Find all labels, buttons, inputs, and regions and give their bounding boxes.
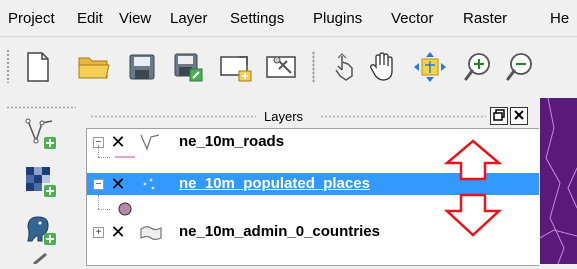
zoom-out-icon — [506, 53, 532, 81]
zoom-in-icon — [464, 53, 490, 81]
up-arrow-icon — [443, 139, 503, 181]
manage-layers-toolbar — [0, 98, 82, 264]
down-arrow-icon — [443, 193, 503, 237]
composer-manager-icon — [266, 56, 296, 78]
panel-title: Layers — [264, 109, 304, 124]
menu-raster[interactable]: Raster — [463, 10, 507, 27]
menu-project[interactable]: Project — [8, 10, 55, 27]
touch-zoom-pan-button[interactable] — [326, 49, 362, 85]
menu-settings[interactable]: Settings — [230, 10, 284, 27]
new-document-icon — [27, 52, 49, 82]
menu-bar: Project Edit View Layer Settings Plugins… — [0, 0, 577, 37]
menu-plugins[interactable]: Plugins — [313, 10, 362, 27]
toolbar-handle[interactable] — [6, 49, 10, 83]
add-vector-layer-icon — [25, 118, 56, 149]
menu-layer[interactable]: Layer — [170, 10, 208, 27]
save-icon — [129, 54, 155, 80]
tree-branch — [98, 157, 110, 158]
close-icon — [514, 110, 524, 120]
tree-branch — [98, 145, 99, 157]
layers-panel-titlebar[interactable]: Layers — [84, 98, 538, 125]
menu-view[interactable]: View — [119, 10, 151, 27]
tree-branch — [98, 195, 99, 209]
add-layer-icon — [33, 252, 47, 264]
layer-name: ne_10m_populated_places — [179, 175, 370, 192]
pan-map-button[interactable] — [364, 49, 400, 85]
folder-icon — [78, 57, 110, 79]
road-symbol — [115, 156, 135, 158]
postgis-elephant-icon — [27, 216, 56, 245]
layers-panel: Layers − ✕ ne_10m_roads − ✕ ne_10m_popul… — [84, 98, 539, 266]
new-composer-icon — [220, 56, 252, 82]
menu-vector[interactable]: Vector — [391, 10, 434, 27]
pan-hand-icon — [370, 52, 393, 81]
add-layer-more-button[interactable] — [18, 250, 64, 264]
polygon-layer-icon — [140, 226, 162, 241]
title-grip — [320, 115, 486, 118]
add-raster-layer-button[interactable] — [18, 162, 64, 202]
point-symbol — [118, 202, 132, 216]
save-project-button[interactable] — [124, 49, 160, 85]
add-vector-layer-button[interactable] — [18, 114, 64, 154]
toolbar-handle[interactable] — [6, 106, 76, 109]
zoom-in-button[interactable] — [460, 49, 496, 85]
save-as-icon — [174, 53, 203, 82]
add-raster-layer-icon — [26, 167, 56, 197]
expand-toggle[interactable]: + — [93, 227, 104, 238]
composer-manager-button[interactable] — [264, 49, 300, 85]
line-layer-icon — [140, 134, 160, 151]
main-toolbar — [0, 37, 577, 97]
tree-branch — [98, 209, 110, 210]
new-project-button[interactable] — [20, 49, 56, 85]
float-panel-button[interactable] — [490, 107, 508, 125]
map-boundaries — [539, 97, 577, 265]
layer-visibility-checkbox[interactable]: ✕ — [109, 174, 127, 194]
float-icon — [493, 109, 505, 121]
menu-help[interactable]: He — [550, 10, 569, 27]
menu-edit[interactable]: Edit — [77, 10, 103, 27]
layer-visibility-checkbox[interactable]: ✕ — [109, 132, 127, 152]
zoom-out-button[interactable] — [502, 49, 538, 85]
open-project-button[interactable] — [76, 49, 112, 85]
pan-selection-icon — [414, 52, 446, 82]
layer-name: ne_10m_admin_0_countries — [179, 223, 380, 240]
point-layer-icon — [143, 178, 155, 190]
layer-visibility-checkbox[interactable]: ✕ — [109, 222, 127, 242]
touch-icon — [335, 53, 353, 81]
toolbar-separator — [312, 51, 315, 83]
save-project-as-button[interactable] — [170, 49, 206, 85]
layer-tree: − ✕ ne_10m_roads − ✕ ne_10m_populated_pl… — [86, 128, 539, 266]
add-postgis-layer-button[interactable] — [18, 210, 64, 250]
layer-name: ne_10m_roads — [179, 133, 285, 150]
title-grip — [90, 115, 256, 118]
map-canvas[interactable] — [539, 97, 577, 265]
close-panel-button[interactable] — [510, 107, 528, 125]
new-print-composer-button[interactable] — [218, 49, 254, 85]
collapse-toggle[interactable]: − — [93, 179, 104, 190]
pan-to-selection-button[interactable] — [412, 49, 448, 85]
